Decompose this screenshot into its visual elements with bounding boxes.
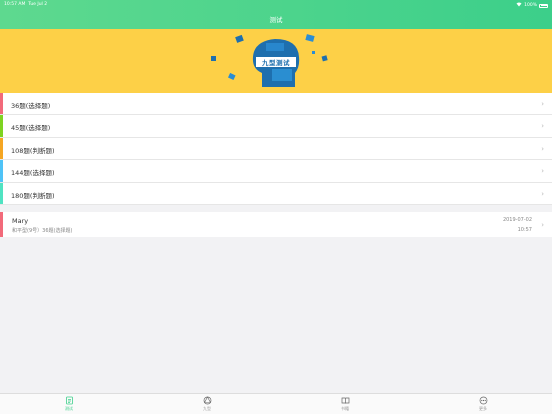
tab-enneagram[interactable]: 九型 bbox=[187, 396, 227, 412]
item-color-bar bbox=[0, 137, 3, 160]
battery-percent: 100% bbox=[524, 3, 537, 8]
chevron-right-icon: › bbox=[541, 189, 544, 198]
status-time-date: 10:57 AM Tue Jul 2 bbox=[4, 2, 47, 7]
test-icon bbox=[49, 396, 89, 405]
test-item-45[interactable]: 45题(选择题) › bbox=[0, 115, 552, 138]
test-item-180[interactable]: 180题(判断题) › bbox=[0, 182, 552, 205]
test-item-36[interactable]: 36题(选择题) › bbox=[0, 93, 552, 116]
test-item-label: 36题(选择题) bbox=[11, 102, 51, 110]
battery-icon bbox=[539, 3, 548, 8]
book-icon bbox=[325, 396, 365, 405]
test-item-144[interactable]: 144题(选择题) › bbox=[0, 160, 552, 183]
status-time: 10:57 AM bbox=[4, 2, 26, 7]
chevron-right-icon: › bbox=[541, 167, 544, 176]
test-item-108[interactable]: 108题(判断题) › bbox=[0, 137, 552, 161]
record-date: 2019-07-02 bbox=[502, 217, 532, 223]
test-list: 36题(选择题) › 45题(选择题) › 108题(判断题) › 144题(选… bbox=[0, 93, 552, 205]
tab-bar: 测试 九型 书籍 更多 bbox=[0, 393, 552, 414]
tab-label: 测试 bbox=[65, 406, 73, 411]
tab-test[interactable]: 测试 bbox=[49, 396, 89, 412]
record-detail: 和平型(9号）36题(选择题) bbox=[12, 227, 73, 234]
tab-more[interactable]: 更多 bbox=[463, 396, 503, 412]
enneagram-icon bbox=[187, 396, 227, 405]
record-name: Mary bbox=[12, 216, 29, 225]
tab-label: 书籍 bbox=[341, 406, 349, 411]
chevron-right-icon: › bbox=[541, 122, 544, 131]
chevron-right-icon: › bbox=[541, 144, 544, 153]
item-color-bar bbox=[0, 182, 3, 204]
test-item-label: 144题(选择题) bbox=[11, 169, 55, 178]
test-item-label: 45题(选择题) bbox=[11, 124, 51, 133]
tab-label: 更多 bbox=[479, 406, 487, 411]
hero-banner: 九型测试 bbox=[0, 29, 552, 93]
chevron-right-icon: › bbox=[541, 220, 544, 229]
item-color-bar bbox=[0, 160, 3, 182]
test-item-label: 180题(判断题) bbox=[11, 191, 55, 200]
item-color-bar bbox=[0, 115, 3, 137]
record-color-bar bbox=[0, 212, 3, 237]
chevron-right-icon: › bbox=[541, 100, 544, 108]
wifi-icon bbox=[516, 2, 522, 9]
nav-header: 10:57 AM Tue Jul 2 100% 测试 bbox=[0, 0, 552, 29]
banner-logo-text: 九型测试 bbox=[262, 59, 290, 67]
tab-books[interactable]: 书籍 bbox=[325, 396, 365, 412]
page-title: 测试 bbox=[269, 16, 283, 24]
item-color-bar bbox=[0, 93, 3, 115]
tab-label: 九型 bbox=[203, 406, 211, 411]
history-record[interactable]: Mary 和平型(9号）36题(选择题) 2019-07-02 10:57 › bbox=[0, 212, 552, 237]
status-right: 100% bbox=[516, 2, 548, 9]
more-icon bbox=[463, 396, 503, 405]
test-item-label: 108题(判断题) bbox=[11, 146, 55, 155]
record-time: 10:57 bbox=[517, 226, 532, 233]
status-date: Tue Jul 2 bbox=[28, 2, 48, 7]
